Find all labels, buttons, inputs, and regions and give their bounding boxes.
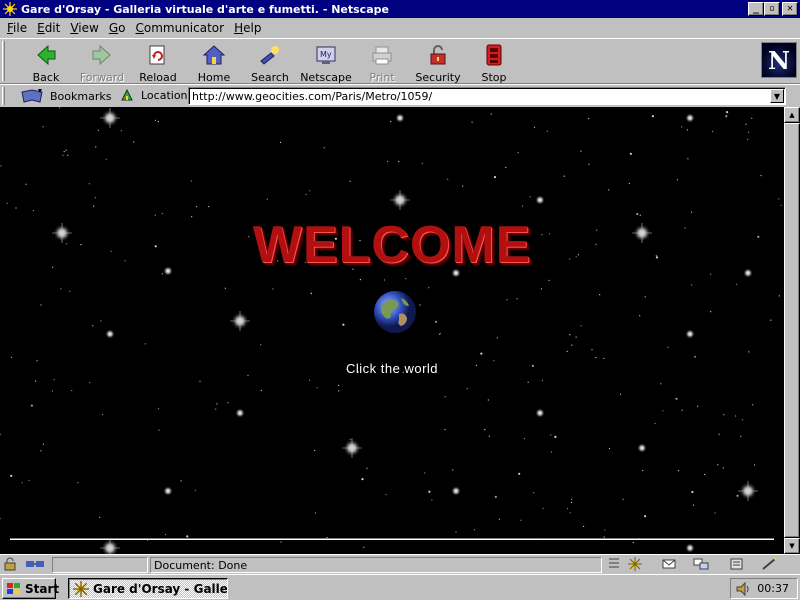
volume-speaker-icon[interactable] xyxy=(735,581,751,597)
back-arrow-icon xyxy=(34,43,58,67)
menu-communicator[interactable]: Communicator xyxy=(130,21,229,35)
location-toolbar-grip[interactable] xyxy=(2,87,5,105)
connection-status-icon[interactable] xyxy=(22,557,50,573)
click-the-world-text: Click the world xyxy=(345,361,439,376)
stop-sign-icon xyxy=(482,43,506,67)
discussion-component-icon[interactable] xyxy=(692,557,710,573)
address-book-component-icon[interactable] xyxy=(728,557,746,573)
security-button[interactable]: Security xyxy=(410,41,466,84)
forward-arrow-icon xyxy=(90,43,114,67)
close-button[interactable]: ✕ xyxy=(782,2,798,16)
taskbar-netscape-window[interactable]: Gare d'Orsay - Galleri... xyxy=(68,578,228,599)
netscape-throbber-logo[interactable]: N xyxy=(761,42,797,78)
progress-panel xyxy=(52,557,148,573)
windows-logo-icon xyxy=(6,582,22,596)
window-title: Gare d'Orsay - Galleria virtuale d'arte … xyxy=(21,2,389,16)
netscape-button[interactable]: My Netscape xyxy=(298,41,354,84)
vertical-scrollbar[interactable]: ▲ ▼ xyxy=(784,107,800,554)
status-text-panel: Document: Done xyxy=(150,557,602,573)
horizontal-rule xyxy=(10,538,774,540)
home-button[interactable]: Home xyxy=(186,41,242,84)
scroll-up-button[interactable]: ▲ xyxy=(784,107,800,123)
location-url-input[interactable]: http://www.geocities.com/Paris/Metro/105… xyxy=(188,87,786,105)
svg-text:My: My xyxy=(320,50,332,59)
menu-edit[interactable]: Edit xyxy=(32,21,65,35)
reload-button[interactable]: Reload xyxy=(130,41,186,84)
menu-help[interactable]: Help xyxy=(229,21,266,35)
stop-button[interactable]: Stop xyxy=(466,41,522,84)
system-tray: 00:37 xyxy=(730,578,798,599)
status-bar: Document: Done xyxy=(0,554,800,574)
windows-taskbar: Start Gare d'Orsay - Galleri... 00:37 xyxy=(0,574,800,600)
bookmarks-button[interactable]: Bookmarks xyxy=(20,87,111,105)
reload-icon xyxy=(146,43,170,67)
home-icon xyxy=(202,43,226,67)
menu-file[interactable]: File xyxy=(2,21,32,35)
taskbar-clock[interactable]: 00:37 xyxy=(757,582,789,595)
bookmarks-icon xyxy=(21,89,43,103)
search-flashlight-icon xyxy=(258,43,282,67)
netscape-task-icon xyxy=(73,580,89,597)
scroll-down-button[interactable]: ▼ xyxy=(784,538,800,554)
menu-view[interactable]: View xyxy=(65,21,103,35)
printer-icon xyxy=(370,43,394,67)
minimize-button[interactable]: _ xyxy=(748,2,764,16)
maximize-button[interactable]: ▫ xyxy=(764,2,780,16)
composer-component-icon[interactable] xyxy=(760,557,778,573)
print-button[interactable]: Print xyxy=(354,41,410,84)
location-label: Location: xyxy=(141,89,192,102)
location-toolbar: Bookmarks Location: http://www.geocities… xyxy=(0,84,800,106)
forward-button[interactable]: Forward xyxy=(74,41,130,84)
start-button[interactable]: Start xyxy=(2,578,59,599)
padlock-icon xyxy=(426,43,450,67)
page-proxy-icon[interactable] xyxy=(120,88,134,102)
security-lock-status-icon[interactable] xyxy=(2,557,20,573)
navigation-toolbar: Back Forward Reload Home Search My Netsc… xyxy=(0,38,800,84)
menu-bar: File Edit View Go Communicator Help xyxy=(0,18,800,38)
globe-link-icon[interactable] xyxy=(373,286,417,338)
url-history-dropdown[interactable]: ▼ xyxy=(770,89,784,103)
my-netscape-icon: My xyxy=(314,43,338,67)
search-button[interactable]: Search xyxy=(242,41,298,84)
back-button[interactable]: Back xyxy=(18,41,74,84)
scroll-thumb[interactable] xyxy=(784,123,800,538)
menu-go[interactable]: Go xyxy=(104,21,131,35)
welcome-heading: WELCOME xyxy=(252,216,532,274)
mail-component-icon[interactable] xyxy=(660,557,678,573)
toolbar-grip[interactable] xyxy=(2,41,5,81)
page-content: WELCOME Click the world xyxy=(0,107,784,554)
netscape-app-icon[interactable] xyxy=(3,2,17,16)
title-bar[interactable]: Gare d'Orsay - Galleria virtuale d'arte … xyxy=(0,0,800,18)
component-bar-divider-icon[interactable] xyxy=(606,557,624,573)
status-text: Document: Done xyxy=(154,559,248,572)
navigator-component-icon[interactable] xyxy=(626,557,644,573)
